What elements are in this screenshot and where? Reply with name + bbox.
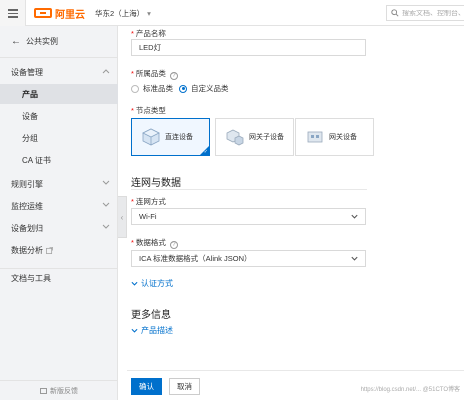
watermark: https://blog.csdn.net/... @51CTO博客 <box>360 387 460 393</box>
device-cube-icon <box>142 128 160 146</box>
region-selector[interactable]: 华东2（上海） ▾ <box>95 8 151 19</box>
radio-checked-icon <box>179 84 187 93</box>
product-name-value: LED灯 <box>139 43 162 52</box>
form-footer: 确认 取消 https://blog.csdn.net/... @51CTO博客 <box>127 370 464 400</box>
feedback-label: 新版反馈 <box>50 387 78 395</box>
sidebar-item-group[interactable]: 分组 <box>0 128 118 148</box>
help-icon[interactable]: ? <box>169 241 178 249</box>
sidebar-item-label: 分组 <box>22 133 38 143</box>
radio-label: 自定义品类 <box>191 84 229 93</box>
radio-label: 标准品类 <box>143 84 173 93</box>
nav-group-label: 监控运维 <box>11 201 43 211</box>
confirm-button[interactable]: 确认 <box>131 378 162 395</box>
nav-group-label: 数据分析 <box>11 245 43 255</box>
node-type-label: * 节点类型 <box>131 106 166 115</box>
sidebar-item-ca-cert[interactable]: CA 证书 <box>0 150 118 170</box>
nav-group-device-management[interactable]: 设备管理 <box>0 62 118 82</box>
product-desc-toggle[interactable]: 产品描述 <box>131 325 173 336</box>
data-format-value: ICA 标准数据格式（Alink JSON） <box>139 254 252 263</box>
subdevice-cube-icon <box>226 129 244 146</box>
external-link-icon <box>46 246 53 254</box>
radio-custom-category[interactable]: 自定义品类 <box>179 83 229 94</box>
nav-group-label: 文档与工具 <box>11 274 51 283</box>
connect-method-value: Wi-Fi <box>139 212 157 221</box>
nav-group-rules-engine[interactable]: 规则引擎 <box>0 174 118 194</box>
sidebar-item-label: 产品 <box>22 89 38 99</box>
sidebar-item-device[interactable]: 设备 <box>0 106 118 126</box>
sidebar-item-product[interactable]: 产品 <box>0 84 118 104</box>
back-to-public-instance[interactable]: ← 公共实例 <box>0 26 117 58</box>
connect-method-label: * 连网方式 <box>131 197 166 206</box>
gateway-icon <box>307 131 323 143</box>
card-label: 直连设备 <box>165 134 193 141</box>
card-label: 网关设备 <box>329 134 357 141</box>
product-desc-label: 产品描述 <box>141 326 173 335</box>
cancel-button[interactable]: 取消 <box>169 378 200 395</box>
logo-mark-icon <box>34 8 52 18</box>
product-name-label: * 产品名称 <box>131 29 166 38</box>
back-arrow-icon: ← <box>11 36 21 47</box>
caret-down-icon: ▾ <box>147 9 151 18</box>
chevron-down-icon <box>351 256 358 261</box>
menu-icon[interactable] <box>0 0 26 26</box>
search-box[interactable] <box>386 5 464 21</box>
chevron-down-icon <box>102 224 110 229</box>
chevron-down-icon <box>131 281 138 286</box>
chevron-down-icon <box>102 180 110 185</box>
radio-standard-category[interactable]: 标准品类 <box>131 83 173 94</box>
search-input[interactable] <box>402 9 462 17</box>
chevron-down-icon <box>131 328 138 333</box>
top-bar: 阿里云 华东2（上海） ▾ <box>0 0 464 26</box>
nav-group-ops[interactable]: 监控运维 <box>0 196 118 216</box>
category-label: * 所属品类? <box>131 68 178 80</box>
sidebar-collapse-handle[interactable]: ‹ <box>118 196 127 238</box>
back-label: 公共实例 <box>26 37 58 46</box>
feedback-icon <box>40 387 47 394</box>
search-icon <box>391 9 399 17</box>
sidebar-item-label: CA 证书 <box>22 155 51 165</box>
connect-method-select[interactable]: Wi-Fi <box>131 208 366 225</box>
chevron-up-icon <box>102 69 110 74</box>
data-format-select[interactable]: ICA 标准数据格式（Alink JSON） <box>131 250 366 267</box>
check-icon: ✓ <box>203 149 208 155</box>
sidebar-item-label: 设备 <box>22 111 38 121</box>
nav-item-data-analysis[interactable]: 数据分析 <box>0 240 118 260</box>
radio-unchecked-icon <box>131 84 139 93</box>
auth-method-label: 认证方式 <box>141 279 173 288</box>
product-name-input[interactable]: LED灯 <box>131 39 366 56</box>
region-label: 华东2（上海） <box>95 9 145 18</box>
auth-method-toggle[interactable]: 认证方式 <box>131 278 173 289</box>
chevron-down-icon <box>351 214 358 219</box>
nav-group-docs-tools[interactable]: 文档与工具 <box>0 268 118 288</box>
nav-group-label: 设备管理 <box>11 67 43 77</box>
logo-text: 阿里云 <box>55 9 85 21</box>
chevron-left-icon: ‹ <box>120 212 124 222</box>
divider <box>131 189 367 190</box>
node-type-gateway-device[interactable]: 网关设备 <box>295 118 374 156</box>
sidebar: ← 公共实例 设备管理 产品 设备 分组 CA 证书 规则引擎 监控运维 设备划… <box>0 26 118 400</box>
node-type-gateway-subdevice[interactable]: 网关子设备 <box>215 118 294 156</box>
nav-group-device-plan[interactable]: 设备划归 <box>0 218 118 238</box>
nav-group-label: 规则引擎 <box>11 179 43 189</box>
section-title-more-info: 更多信息 <box>131 310 171 321</box>
nav-group-label: 设备划归 <box>11 223 43 233</box>
chevron-down-icon <box>102 202 110 207</box>
node-type-direct-device[interactable]: 直连设备 ✓ <box>131 118 210 156</box>
feedback-button[interactable]: 新版反馈 <box>0 380 118 400</box>
section-title-network: 连网与数据 <box>131 178 181 189</box>
data-format-label: * 数据格式? <box>131 237 178 249</box>
aliyun-logo[interactable]: 阿里云 <box>34 7 85 21</box>
help-icon[interactable]: ? <box>169 72 178 80</box>
card-label: 网关子设备 <box>249 134 284 141</box>
create-product-form: * 产品名称 LED灯 * 所属品类? 标准品类 自定义品类 * 节点类型 直连设备 … <box>127 26 464 400</box>
